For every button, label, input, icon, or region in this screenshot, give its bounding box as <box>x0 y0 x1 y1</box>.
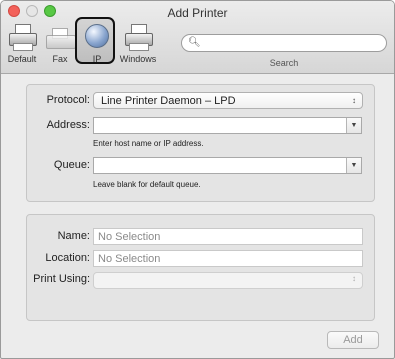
details-panel: Name: No Selection Location: No Selectio… <box>26 214 375 321</box>
name-field[interactable]: No Selection <box>93 228 363 245</box>
search-field[interactable]: 🔍︎ <box>181 34 387 52</box>
add-printer-window: Add Printer Default Fax IP Windows 🔍︎ Se… <box>0 0 395 359</box>
add-button[interactable]: Add <box>327 331 379 349</box>
protocol-value: Line Printer Daemon – LPD <box>101 95 236 107</box>
globe-icon <box>81 23 113 51</box>
windows-printer-icon <box>122 23 154 51</box>
printer-icon <box>6 23 38 51</box>
toolbar-ip-label: IP <box>92 54 102 64</box>
location-field[interactable]: No Selection <box>93 250 363 267</box>
print-using-label: Print Using: <box>33 273 90 285</box>
toolbar: Add Printer Default Fax IP Windows 🔍︎ Se… <box>1 1 394 74</box>
fax-icon <box>44 23 76 51</box>
address-hint: Enter host name or IP address. <box>93 139 204 148</box>
search-label: Search <box>269 58 299 68</box>
address-combobox[interactable]: ▼ <box>93 117 362 134</box>
updown-arrows-icon: ↕ <box>352 96 356 105</box>
protocol-popup[interactable]: Line Printer Daemon – LPD ↕ <box>93 92 363 109</box>
search-icon: 🔍︎ <box>188 37 201 48</box>
toolbar-fax-label: Fax <box>52 54 68 64</box>
toolbar-fax-button[interactable]: Fax <box>43 23 77 64</box>
toolbar-windows-button[interactable]: Windows <box>113 23 163 64</box>
protocol-label: Protocol: <box>46 94 90 106</box>
address-label: Address: <box>46 119 90 131</box>
connection-panel: Protocol: Line Printer Daemon – LPD ↕ Ad… <box>26 84 375 202</box>
name-label: Name: <box>57 230 90 242</box>
location-label: Location: <box>45 252 90 264</box>
toolbar-default-button[interactable]: Default <box>3 23 41 64</box>
chevron-down-icon[interactable]: ▼ <box>346 158 361 173</box>
print-using-popup[interactable]: ↕ <box>93 272 363 289</box>
chevron-down-icon[interactable]: ▼ <box>346 118 361 133</box>
queue-hint: Leave blank for default queue. <box>93 180 201 189</box>
toolbar-windows-label: Windows <box>119 54 157 64</box>
queue-label: Queue: <box>53 159 90 171</box>
window-title: Add Printer <box>167 6 228 20</box>
updown-arrows-icon: ↕ <box>352 274 356 283</box>
toolbar-default-label: Default <box>7 54 37 64</box>
queue-combobox[interactable]: ▼ <box>93 157 362 174</box>
toolbar-ip-button[interactable]: IP <box>75 17 115 64</box>
